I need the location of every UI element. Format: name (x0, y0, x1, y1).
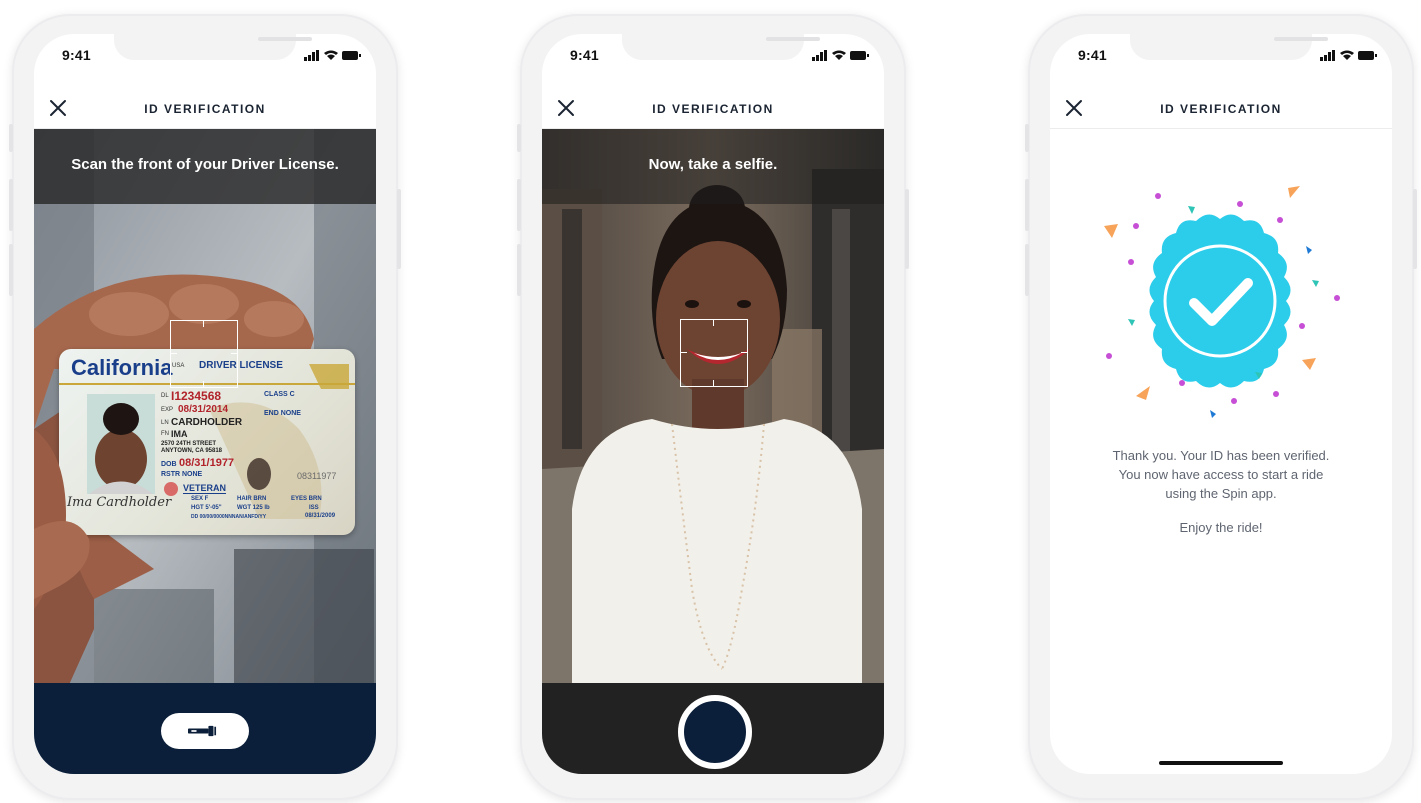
mute-switch (9, 124, 13, 152)
status-time: 9:41 (570, 47, 599, 63)
mute-switch (1025, 124, 1029, 152)
header-title: ID VERIFICATION (1160, 102, 1282, 116)
volume-down-button (9, 244, 13, 296)
notch (114, 34, 312, 60)
header: ID VERIFICATION (1050, 76, 1392, 129)
camera-controls-bar (34, 683, 376, 774)
power-button (1413, 189, 1417, 269)
notch (1130, 34, 1328, 60)
message-line-3: using the Spin app. (1165, 486, 1277, 501)
screen-selfie: 9:41 ID VERIFICATION Now, take a selfie. (542, 34, 884, 774)
status-bar: 9:41 (542, 34, 884, 76)
selfie-photo (542, 129, 884, 696)
screen-verified: 9:41 ID VERIFICATION Thank you. Your ID … (1050, 34, 1392, 774)
flashlight-icon (188, 725, 217, 737)
camera-view: California USA DRIVER LICENSE DL I123456… (34, 129, 376, 696)
status-icons (812, 50, 869, 61)
header-title: ID VERIFICATION (652, 102, 774, 116)
phone-frame-1: 9:41 ID VERIFICATION California USA DRIV… (9, 14, 401, 800)
message-line-1: Thank you. Your ID has been verified. (1112, 448, 1330, 463)
header: ID VERIFICATION (542, 76, 884, 129)
volume-up-button (517, 179, 521, 231)
screen-scan-license: 9:41 ID VERIFICATION California USA DRIV… (34, 34, 376, 774)
instruction-text: Now, take a selfie. (648, 156, 778, 173)
verified-check-badge-icon (1104, 186, 1340, 418)
face-focus-frame (680, 319, 748, 387)
status-bar: 9:41 (1050, 34, 1392, 76)
volume-up-button (9, 179, 13, 231)
message-line-2: You now have access to start a ride (1118, 467, 1324, 482)
phone-frame-3: 9:41 ID VERIFICATION Thank you. Your ID … (1025, 14, 1417, 800)
verification-message: Thank you. Your ID has been verified. Yo… (1050, 446, 1392, 537)
status-time: 9:41 (1078, 47, 1107, 63)
volume-up-button (1025, 179, 1029, 231)
volume-down-button (1025, 244, 1029, 296)
camera-view: Now, take a selfie. (542, 129, 884, 696)
flashlight-button[interactable] (161, 713, 249, 749)
instruction-text: Scan the front of your Driver License. (71, 156, 339, 173)
mute-switch (517, 124, 521, 152)
status-icons (304, 50, 361, 61)
instruction-banner: Scan the front of your Driver License. (34, 129, 376, 204)
header: ID VERIFICATION (34, 76, 376, 129)
status-bar: 9:41 (34, 34, 376, 76)
header-title: ID VERIFICATION (144, 102, 266, 116)
instruction-banner: Now, take a selfie. (542, 129, 884, 204)
home-indicator[interactable] (1159, 761, 1283, 765)
camera-controls-bar (542, 683, 884, 774)
scan-focus-frame (170, 320, 238, 388)
status-time: 9:41 (62, 47, 91, 63)
phone-frame-2: 9:41 ID VERIFICATION Now, take a selfie. (517, 14, 909, 800)
volume-down-button (517, 244, 521, 296)
notch (622, 34, 820, 60)
shutter-button[interactable] (678, 695, 752, 769)
status-icons (1320, 50, 1377, 61)
thumb-overlay (34, 429, 90, 609)
power-button (905, 189, 909, 269)
power-button (397, 189, 401, 269)
message-closing: Enjoy the ride! (1179, 520, 1263, 535)
